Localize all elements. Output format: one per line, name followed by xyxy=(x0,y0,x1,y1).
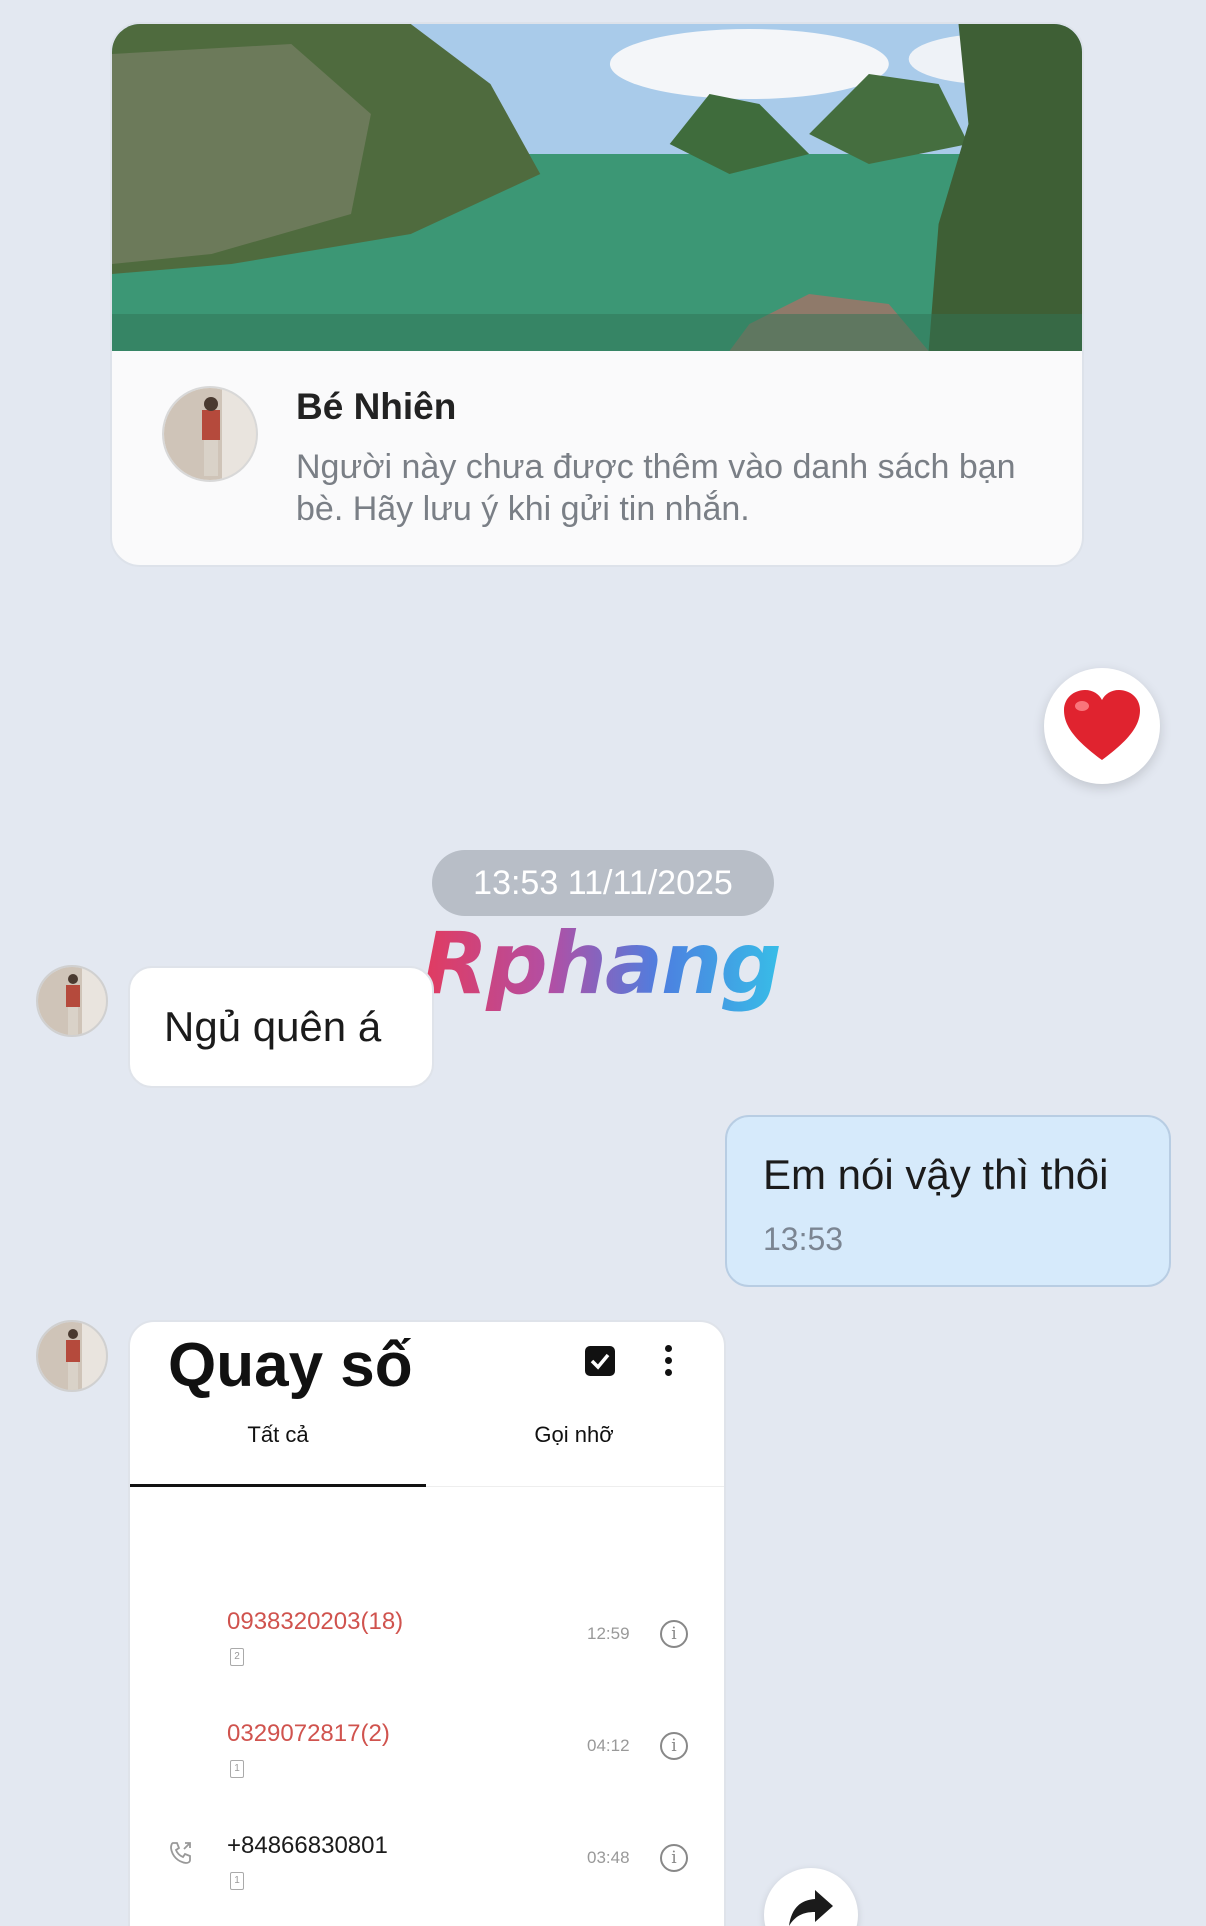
call-time: 03:48 xyxy=(587,1848,630,1867)
tab-missed: Gọi nhỡ xyxy=(534,1422,614,1447)
watermark-logo: Rphang xyxy=(422,912,788,1016)
call-number: +84866830801 xyxy=(227,1832,388,1859)
sim-icon: 1 xyxy=(230,1760,244,1778)
forward-icon xyxy=(789,1890,833,1926)
profile-avatar[interactable] xyxy=(162,386,258,482)
friend-warning-text: Người này chưa được thêm vào danh sách b… xyxy=(296,448,1016,528)
profile-card: Bé Nhiên Người này chưa được thêm vào da… xyxy=(110,22,1084,567)
reaction-bubble[interactable] xyxy=(1044,668,1160,784)
sim-icon: 1 xyxy=(230,1872,244,1890)
phone-icon xyxy=(170,1842,191,1864)
message-incoming[interactable]: Ngủ quên á xyxy=(128,966,434,1088)
call-log-row: 0329072817(2) 1 04:12 i xyxy=(130,1720,724,1810)
call-number: 0938320203(18) xyxy=(227,1608,404,1635)
call-log-row: +84866830801 1 03:48 i xyxy=(130,1832,724,1922)
cover-photo xyxy=(112,24,1082,351)
sender-avatar[interactable] xyxy=(36,965,108,1037)
message-text: Ngủ quên á xyxy=(164,1003,382,1050)
info-icon: i xyxy=(660,1732,688,1760)
heart-icon xyxy=(1064,690,1140,760)
sender-avatar[interactable] xyxy=(36,1320,108,1392)
share-button[interactable] xyxy=(764,1868,858,1926)
call-time: 12:59 xyxy=(587,1624,630,1643)
checkbox-icon xyxy=(585,1346,615,1376)
image-message[interactable]: Quay số Tất cả Gọi nhỡ 0938320203(18) 2 … xyxy=(128,1320,726,1926)
more-icon xyxy=(658,1342,678,1382)
tab-all: Tất cả xyxy=(247,1422,309,1447)
sim-icon: 2 xyxy=(230,1648,244,1666)
call-time: 04:12 xyxy=(587,1736,630,1755)
call-log-row: 0938320203(18) 2 12:59 i xyxy=(130,1608,724,1698)
info-icon: i xyxy=(660,1620,688,1648)
time-divider: 13:53 11/11/2025 xyxy=(432,850,774,916)
message-outgoing[interactable]: Em nói vậy thì thôi 13:53 xyxy=(725,1115,1171,1287)
tab-indicator xyxy=(130,1484,426,1487)
message-text: Em nói vậy thì thôi xyxy=(763,1151,1109,1198)
dialer-title: Quay số xyxy=(168,1331,413,1400)
message-time: 13:53 xyxy=(763,1221,844,1257)
call-number: 0329072817(2) xyxy=(227,1720,390,1747)
info-icon: i xyxy=(660,1844,688,1872)
profile-name: Bé Nhiên xyxy=(296,386,457,427)
